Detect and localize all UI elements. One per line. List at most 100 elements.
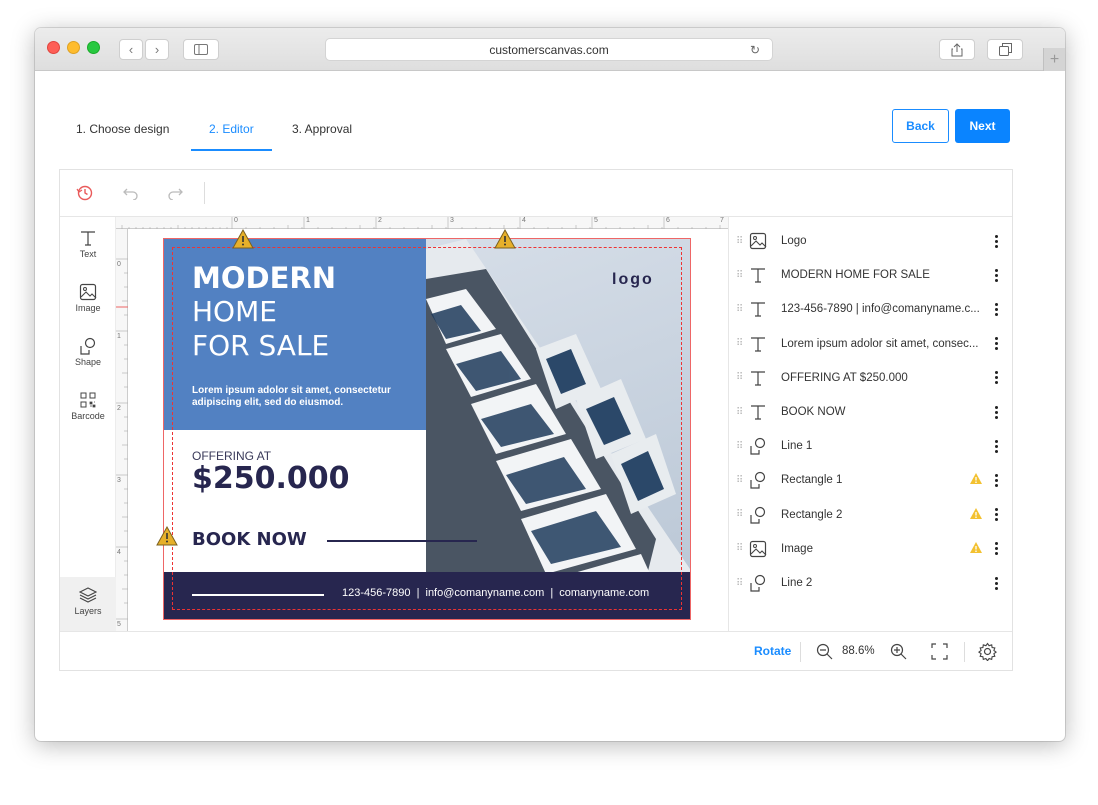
editor-bottombar: Rotate 88.6%	[60, 631, 1012, 671]
share-button[interactable]	[939, 39, 975, 60]
warning-icon[interactable]	[156, 526, 178, 546]
drag-handle-icon[interactable]: ⠿	[736, 475, 743, 486]
history-icon[interactable]	[76, 184, 94, 202]
layer-row[interactable]: ⠿ BOOK NOW	[729, 395, 1015, 429]
drag-handle-icon[interactable]: ⠿	[736, 407, 743, 418]
sidebar-toggle-button[interactable]	[183, 39, 219, 60]
ruler-tick-label: 0	[234, 217, 238, 224]
drag-handle-icon[interactable]: ⠿	[736, 578, 743, 589]
layer-name: BOOK NOW	[781, 406, 846, 418]
layer-row[interactable]: ⠿ Logo	[729, 224, 1015, 258]
browser-titlebar: ‹ › customerscanvas.com ↻ +	[35, 28, 1065, 71]
drag-handle-icon[interactable]: ⠿	[736, 543, 743, 554]
layers-toggle[interactable]: Layers	[60, 577, 116, 631]
fit-screen-icon[interactable]	[931, 643, 948, 660]
next-button[interactable]: Next	[955, 109, 1010, 143]
settings-gear-icon[interactable]	[978, 642, 997, 661]
ruler-tick-label: 4	[117, 549, 121, 556]
zoom-in-icon[interactable]	[890, 643, 907, 660]
drag-handle-icon[interactable]: ⠿	[736, 270, 743, 281]
chevron-left-icon: ‹	[128, 42, 134, 57]
text-icon	[749, 403, 767, 421]
safety-margin	[172, 247, 682, 610]
more-options-icon[interactable]	[993, 542, 999, 556]
shape-icon	[749, 574, 767, 592]
ruler-tick-label: 6	[666, 217, 670, 224]
more-options-icon[interactable]	[993, 473, 999, 487]
text-icon	[749, 335, 767, 353]
layers-label: Layers	[74, 606, 102, 616]
browser-back-button[interactable]: ‹	[119, 39, 143, 60]
more-options-icon[interactable]	[993, 268, 999, 282]
warning-icon[interactable]	[494, 229, 516, 249]
drag-handle-icon[interactable]: ⠿	[736, 509, 743, 520]
layer-name: Lorem ipsum adolor sit amet, consec...	[781, 337, 979, 350]
flyer-design[interactable]: MODERN HOME FOR SALE Lorem ipsum adolor …	[164, 239, 690, 619]
ruler-tick-label: 3	[117, 477, 121, 484]
plus-icon: +	[1049, 50, 1060, 68]
shape-icon	[749, 471, 767, 489]
drag-handle-icon[interactable]: ⠿	[736, 236, 743, 247]
warning-icon	[969, 507, 983, 523]
ruler-tick-label: 2	[378, 217, 382, 224]
rotate-button[interactable]: Rotate	[754, 644, 791, 658]
tool-label: Text	[79, 249, 97, 259]
more-options-icon[interactable]	[993, 439, 999, 453]
browser-forward-button[interactable]: ›	[145, 39, 169, 60]
reload-icon[interactable]: ↻	[750, 43, 760, 57]
shape-tool[interactable]: Shape	[60, 337, 116, 367]
layer-row[interactable]: ⠿ Lorem ipsum adolor sit amet, consec...	[729, 327, 1015, 361]
drag-handle-icon[interactable]: ⠿	[736, 372, 743, 383]
tabs-overview-button[interactable]	[987, 39, 1023, 60]
shape-icon	[749, 506, 767, 524]
more-options-icon[interactable]	[993, 405, 999, 419]
back-button[interactable]: Back	[892, 109, 949, 143]
new-tab-button[interactable]: +	[1043, 48, 1065, 71]
maximize-window-button[interactable]	[87, 41, 100, 54]
layer-row[interactable]: ⠿ OFFERING AT $250.000	[729, 361, 1015, 395]
more-options-icon[interactable]	[993, 302, 999, 316]
divider	[800, 642, 801, 662]
more-options-icon[interactable]	[993, 234, 999, 248]
more-options-icon[interactable]	[993, 337, 999, 351]
layer-row[interactable]: ⠿ Line 2	[729, 566, 1015, 600]
drag-handle-icon[interactable]: ⠿	[736, 304, 743, 315]
step-approval[interactable]: 3. Approval	[292, 122, 352, 136]
layer-row[interactable]: ⠿ Line 1	[729, 429, 1015, 463]
drag-handle-icon[interactable]: ⠿	[736, 441, 743, 452]
undo-icon[interactable]	[122, 186, 140, 200]
text-tool[interactable]: Text	[60, 229, 116, 259]
layer-name: Rectangle 1	[781, 474, 843, 487]
step-choose-design[interactable]: 1. Choose design	[76, 122, 169, 136]
address-bar[interactable]: customerscanvas.com ↻	[325, 38, 773, 61]
toolbar-divider	[204, 182, 205, 204]
layer-row[interactable]: ⠿ 123-456-7890 | info@comanyname.c...	[729, 292, 1015, 326]
zoom-out-icon[interactable]	[816, 643, 833, 660]
share-icon	[951, 42, 963, 56]
more-options-icon[interactable]	[993, 371, 999, 385]
ruler-tick-label: 5	[117, 621, 121, 628]
redo-icon[interactable]	[166, 186, 184, 200]
ruler-top: 0 1 2 3 4 5 6 7	[116, 217, 728, 229]
image-tool[interactable]: Image	[60, 283, 116, 313]
step-editor[interactable]: 2. Editor	[209, 122, 254, 136]
layer-row[interactable]: ⠿ Rectangle 2	[729, 498, 1015, 532]
warning-icon[interactable]	[232, 229, 254, 249]
barcode-tool[interactable]: Barcode	[60, 391, 116, 421]
more-options-icon[interactable]	[993, 576, 999, 590]
layer-row[interactable]: ⠿ Rectangle 1	[729, 463, 1015, 497]
more-options-icon[interactable]	[993, 508, 999, 522]
text-icon	[749, 300, 767, 318]
minimize-window-button[interactable]	[67, 41, 80, 54]
ruler-tick-label: 3	[450, 217, 454, 224]
design-canvas[interactable]: MODERN HOME FOR SALE Lorem ipsum adolor …	[128, 229, 728, 631]
warning-icon	[969, 541, 983, 557]
ruler-tick-label: 5	[594, 217, 598, 224]
layer-row[interactable]: ⠿ MODERN HOME FOR SALE	[729, 258, 1015, 292]
image-icon	[79, 283, 97, 301]
image-icon	[749, 232, 767, 250]
image-icon	[749, 540, 767, 558]
close-window-button[interactable]	[47, 41, 60, 54]
layer-row[interactable]: ⠿ Image	[729, 532, 1015, 566]
drag-handle-icon[interactable]: ⠿	[736, 338, 743, 349]
